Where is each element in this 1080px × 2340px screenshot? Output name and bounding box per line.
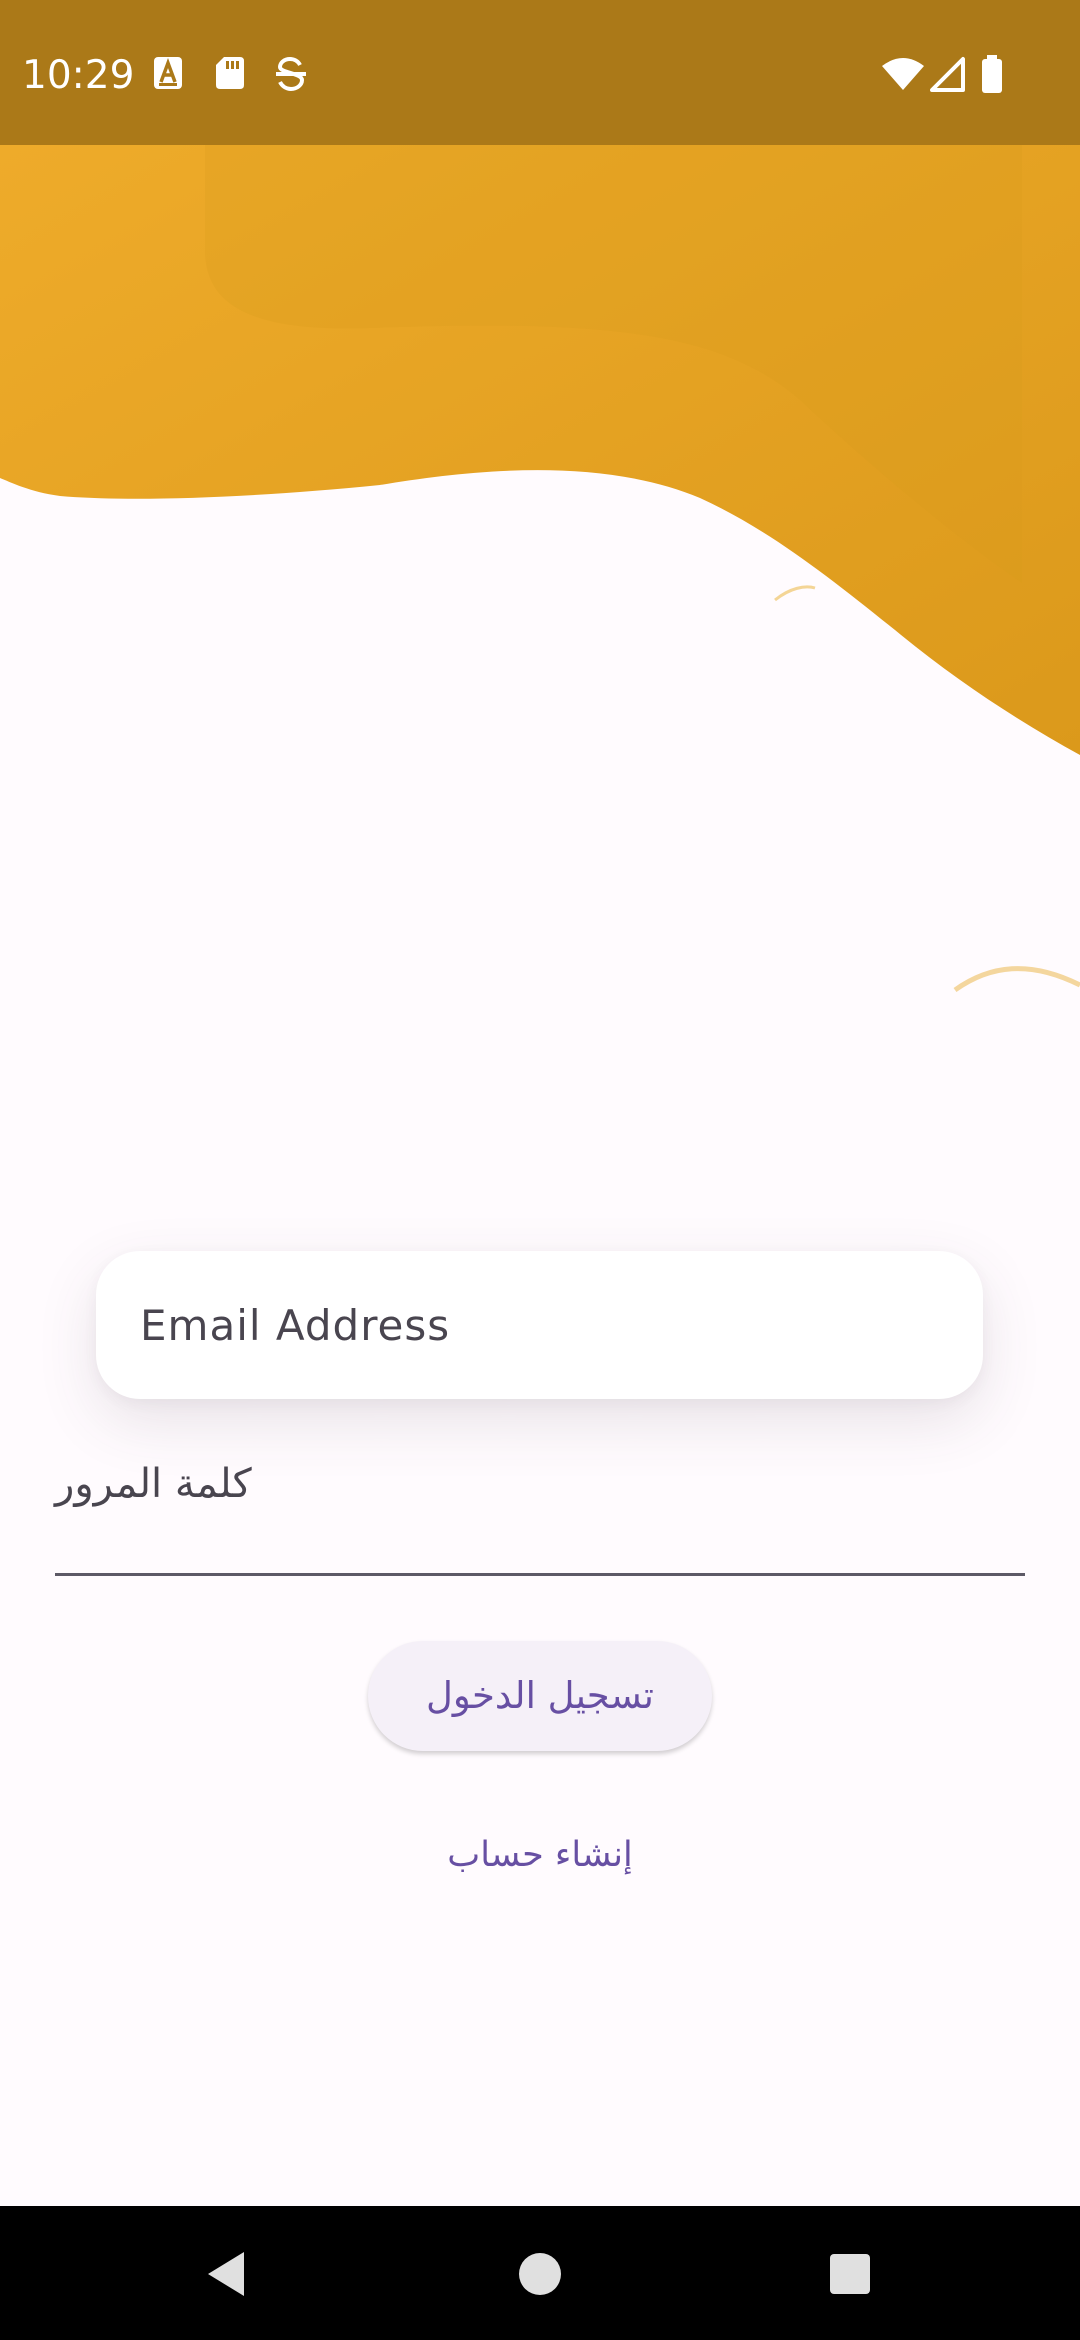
recents-icon[interactable] bbox=[822, 2246, 878, 2302]
sync-icon bbox=[276, 56, 306, 92]
battery-icon bbox=[982, 55, 1002, 93]
create-account-link[interactable]: إنشاء حساب bbox=[400, 1820, 680, 1890]
password-underline bbox=[55, 1573, 1025, 1576]
status-time: 10:29 bbox=[22, 53, 135, 98]
email-input[interactable] bbox=[96, 1251, 983, 1399]
back-icon[interactable] bbox=[198, 2246, 254, 2302]
text-a-icon bbox=[154, 57, 182, 89]
status-bar: 10:29 bbox=[0, 0, 1080, 145]
login-button[interactable]: تسجيل الدخول bbox=[368, 1641, 712, 1751]
cell-signal-icon bbox=[930, 57, 965, 92]
sd-card-icon bbox=[216, 57, 244, 89]
password-field[interactable]: كلمة المرور bbox=[55, 1440, 1025, 1576]
password-label: كلمة المرور bbox=[55, 1461, 252, 1507]
home-icon[interactable] bbox=[512, 2246, 568, 2302]
header-wave-decoration bbox=[0, 145, 1080, 993]
email-field-card bbox=[96, 1251, 983, 1399]
wifi-icon bbox=[882, 58, 924, 90]
